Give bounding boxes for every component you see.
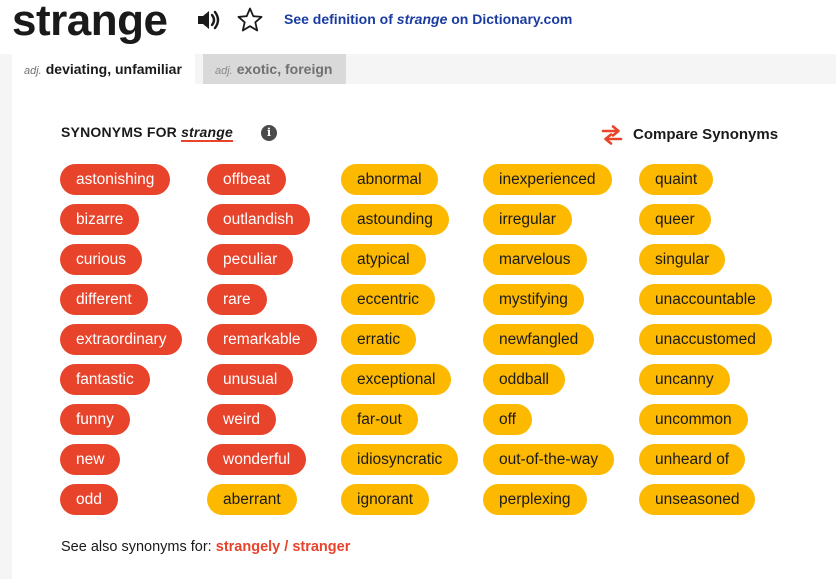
synonym-chip-peculiar[interactable]: peculiar: [207, 244, 294, 275]
tab-label: deviating, unfamiliar: [45, 61, 182, 77]
synonym-chip-singular[interactable]: singular: [639, 244, 726, 275]
synonym-chip-eccentric[interactable]: eccentric: [341, 284, 436, 315]
synonym-chip-different[interactable]: different: [60, 284, 148, 315]
tab-pos: adj.: [215, 65, 233, 77]
tab-label: exotic, foreign: [236, 61, 333, 77]
synonym-chip-funny[interactable]: funny: [60, 404, 130, 435]
see-also-prefix: See also synonyms for:: [61, 539, 212, 555]
synonym-chip-irregular[interactable]: irregular: [483, 204, 572, 235]
synonym-chip-odd[interactable]: odd: [60, 484, 118, 515]
synonym-chip-out-of-the-way[interactable]: out-of-the-way: [483, 444, 615, 475]
synonym-chip-oddball[interactable]: oddball: [483, 364, 565, 395]
synonym-chip-remarkable[interactable]: remarkable: [207, 324, 317, 355]
synonym-chip-exceptional[interactable]: exceptional: [341, 364, 452, 395]
synonym-chip-extraordinary[interactable]: extraordinary: [60, 324, 183, 355]
compare-arrows-icon[interactable]: [600, 124, 624, 146]
tab-pos: adj.: [24, 65, 42, 77]
synonym-chip-curious[interactable]: curious: [60, 244, 142, 275]
synonyms-title-prefix: SYNONYMS FOR: [61, 124, 177, 140]
definition-word: strange: [396, 11, 448, 27]
synonym-chip-uncommon[interactable]: uncommon: [639, 404, 748, 435]
synonym-chip-perplexing[interactable]: perplexing: [483, 484, 587, 515]
dictionary-definition-link[interactable]: See definition of strange on Dictionary.…: [284, 11, 572, 27]
info-icon[interactable]: i: [261, 125, 277, 141]
definition-suffix: on Dictionary.com: [451, 11, 573, 27]
synonym-chip-marvelous[interactable]: marvelous: [483, 244, 587, 275]
synonyms-title-word: strange: [181, 124, 234, 140]
synonym-chip-atypical[interactable]: atypical: [341, 244, 426, 275]
synonym-chip-offbeat[interactable]: offbeat: [207, 164, 287, 195]
synonym-chip-unaccustomed[interactable]: unaccustomed: [639, 324, 772, 355]
see-also-link-stranger[interactable]: stranger: [292, 539, 350, 555]
synonym-chip-aberrant[interactable]: aberrant: [207, 484, 297, 515]
synonym-chip-unaccountable[interactable]: unaccountable: [639, 284, 772, 315]
synonym-chip-idiosyncratic[interactable]: idiosyncratic: [341, 444, 459, 475]
synonym-chip-fantastic[interactable]: fantastic: [60, 364, 150, 395]
synonym-chip-off[interactable]: off: [483, 404, 532, 435]
synonym-chip-bizarre[interactable]: bizarre: [60, 204, 140, 235]
synonym-chip-uncanny[interactable]: uncanny: [639, 364, 730, 395]
see-also-separator: /: [284, 539, 289, 555]
speaker-icon[interactable]: [196, 8, 222, 32]
synonym-chip-astounding[interactable]: astounding: [341, 204, 449, 235]
headword: strange: [12, 0, 168, 45]
synonym-chip-unseasoned[interactable]: unseasoned: [639, 484, 756, 515]
synonym-chip-wonderful[interactable]: wonderful: [207, 444, 307, 475]
synonym-chip-quaint[interactable]: quaint: [639, 164, 714, 195]
synonym-chip-queer[interactable]: queer: [639, 204, 711, 235]
synonym-chip-erratic[interactable]: erratic: [341, 324, 417, 355]
synonym-chip-new[interactable]: new: [60, 444, 121, 475]
synonym-chip-outlandish[interactable]: outlandish: [207, 204, 310, 235]
tab-deviating-unfamiliar[interactable]: adj. deviating, unfamiliar: [12, 54, 195, 84]
synonym-chip-far-out[interactable]: far-out: [341, 404, 418, 435]
synonym-chip-ignorant[interactable]: ignorant: [341, 484, 430, 515]
star-icon[interactable]: [236, 6, 264, 34]
synonym-chip-unusual[interactable]: unusual: [207, 364, 294, 395]
tab-exotic-foreign[interactable]: adj. exotic, foreign: [203, 54, 346, 84]
synonym-chip-newfangled[interactable]: newfangled: [483, 324, 595, 355]
synonym-chip-weird[interactable]: weird: [207, 404, 277, 435]
synonym-chip-abnormal[interactable]: abnormal: [341, 164, 438, 195]
see-also: See also synonyms for: strangely / stran…: [61, 539, 350, 555]
synonym-chip-unheard-of[interactable]: unheard of: [639, 444, 746, 475]
definition-prefix: See definition of: [284, 11, 393, 27]
synonym-chip-astonishing[interactable]: astonishing: [60, 164, 171, 195]
synonym-chip-inexperienced[interactable]: inexperienced: [483, 164, 612, 195]
synonym-chip-mystifying[interactable]: mystifying: [483, 284, 584, 315]
compare-synonyms-button[interactable]: Compare Synonyms: [633, 126, 778, 143]
see-also-link-strangely[interactable]: strangely: [216, 539, 280, 555]
synonym-chip-rare[interactable]: rare: [207, 284, 267, 315]
synonyms-title: SYNONYMS FOR strange: [61, 124, 233, 140]
